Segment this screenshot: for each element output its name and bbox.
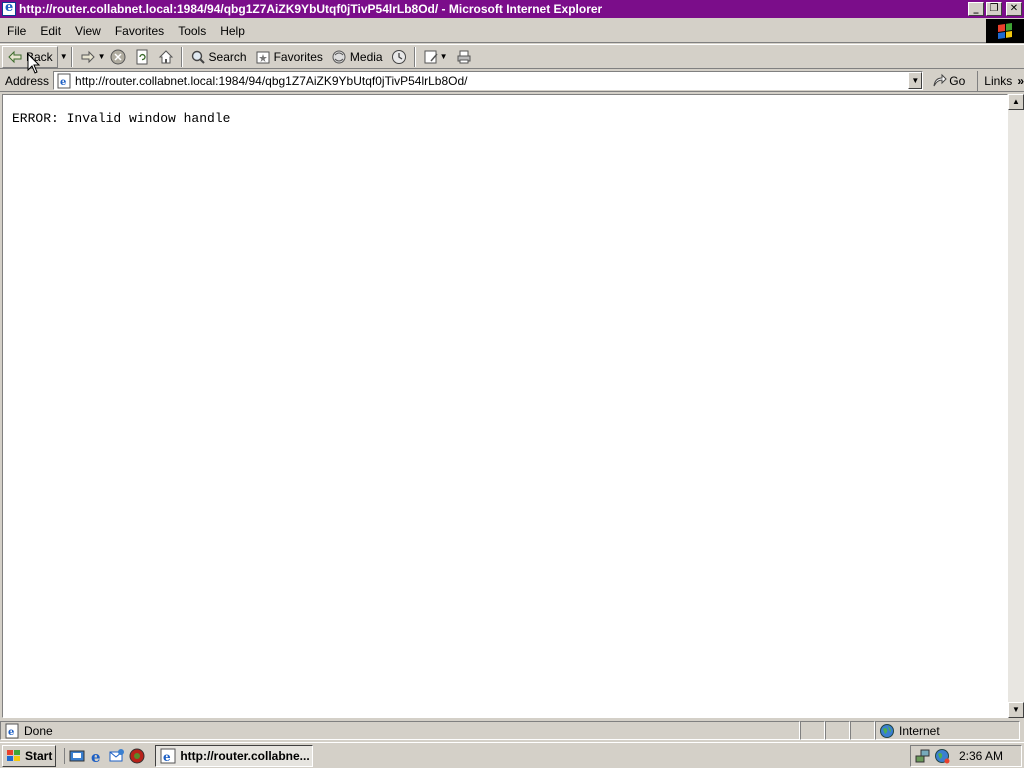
scroll-down-arrow-icon[interactable]: ▼ [1008, 702, 1024, 718]
history-icon [391, 49, 407, 65]
mail-button[interactable]: ▼ [419, 46, 452, 68]
refresh-icon [134, 49, 150, 65]
status-bar: e Done Internet [0, 720, 1024, 741]
maximize-button[interactable]: ❐ [986, 2, 1002, 16]
ie-icon[interactable] [2, 0, 16, 16]
favorites-icon [255, 49, 271, 65]
close-button[interactable]: ✕ [1006, 2, 1022, 16]
ie-icon: e [160, 748, 176, 764]
menu-bar: File Edit View Favorites Tools Help [0, 18, 1024, 43]
toolbar-separator [70, 46, 73, 67]
title-bar[interactable]: http://router.collabnet.local:1984/94/qb… [0, 0, 1024, 18]
zone-panel: Internet [875, 721, 1020, 740]
history-button[interactable] [387, 46, 411, 68]
search-label: Search [208, 49, 247, 64]
windows-flag-icon [998, 22, 1012, 39]
window-controls: _ ❐ ✕ [968, 2, 1022, 16]
windows-logo-icon [6, 748, 22, 764]
stop-icon [110, 49, 126, 65]
quick-launch: e [64, 747, 145, 764]
address-label: Address [5, 73, 50, 88]
menu-edit[interactable]: Edit [33, 24, 68, 38]
links-label: Links [984, 73, 1013, 88]
media-icon [331, 49, 347, 65]
menu-favorites[interactable]: Favorites [108, 24, 171, 38]
toolbar-separator [180, 46, 183, 67]
svg-text:e: e [60, 77, 66, 88]
refresh-button[interactable] [130, 46, 154, 68]
go-label: Go [949, 73, 966, 88]
search-button[interactable]: Search [186, 46, 251, 68]
links-chevron-icon[interactable]: » [1017, 74, 1024, 88]
mouse-cursor-icon [27, 53, 41, 74]
forward-arrow-icon [80, 49, 96, 65]
zone-text: Internet [899, 723, 940, 738]
media-button[interactable]: Media [327, 46, 387, 68]
stop-button[interactable] [106, 46, 130, 68]
error-message: ERROR: Invalid window handle [12, 111, 231, 126]
search-icon [190, 49, 206, 65]
links-toolbar[interactable]: Links » [977, 70, 1024, 91]
address-box[interactable]: e ▼ [53, 71, 924, 90]
home-icon [158, 49, 174, 65]
svg-text:e: e [8, 727, 14, 738]
forward-button[interactable] [76, 46, 100, 68]
address-dropdown-button[interactable]: ▼ [908, 72, 923, 89]
media-player-icon[interactable] [129, 748, 145, 764]
start-button[interactable]: Start [2, 744, 57, 767]
status-panel [800, 721, 825, 740]
network-icon[interactable] [915, 748, 931, 764]
toolbar-separator [413, 46, 416, 67]
back-dropdown-icon[interactable]: ▼ [60, 52, 68, 61]
mail-icon [423, 49, 439, 65]
favorites-button[interactable]: Favorites [251, 46, 327, 68]
media-label: Media [349, 49, 383, 64]
go-button[interactable]: Go [931, 73, 965, 89]
status-text-panel: e Done [0, 721, 800, 740]
home-button[interactable] [154, 46, 178, 68]
globe-icon [879, 723, 895, 739]
print-button[interactable] [452, 46, 476, 68]
taskbar-ie-window[interactable]: e http://router.collabne... [155, 744, 314, 767]
forward-dropdown-icon[interactable]: ▼ [98, 52, 106, 61]
status-panel [825, 721, 850, 740]
menu-help[interactable]: Help [213, 24, 252, 38]
vertical-scrollbar[interactable]: ▲ ▼ [1008, 94, 1024, 718]
status-panel [850, 721, 875, 740]
page-content: ERROR: Invalid window handle [2, 94, 1008, 718]
status-text: Done [24, 723, 53, 738]
taskbar: Start e e http://router.collabne... 2:36… [0, 742, 1024, 768]
internet-explorer-icon[interactable]: e [89, 748, 105, 764]
menu-view[interactable]: View [68, 24, 108, 38]
ie-page-icon: e [56, 73, 72, 89]
menu-tools[interactable]: Tools [171, 24, 213, 38]
url-input[interactable] [75, 72, 909, 89]
mail-dropdown-icon: ▼ [439, 52, 448, 61]
ie-page-icon: e [4, 723, 20, 739]
scroll-up-arrow-icon[interactable]: ▲ [1008, 94, 1024, 110]
system-tray: 2:36 AM [910, 744, 1022, 767]
go-arrow-icon [931, 73, 947, 89]
taskbar-ie-label: http://router.collabne... [180, 748, 310, 763]
favorites-label: Favorites [273, 49, 323, 64]
minimize-button[interactable]: _ [968, 2, 984, 16]
print-icon [456, 49, 472, 65]
menu-file[interactable]: File [0, 24, 33, 38]
start-label: Start [25, 748, 53, 763]
windows-logo-throbber [986, 18, 1024, 43]
svg-text:e: e [91, 748, 101, 764]
window-title: http://router.collabnet.local:1984/94/qb… [19, 2, 603, 16]
clock[interactable]: 2:36 AM [959, 749, 1003, 763]
standard-toolbar: Back ▼ ▼ Search Favorites Media ▼ [0, 44, 1024, 69]
back-arrow-icon [7, 49, 23, 65]
address-bar: Address e ▼ Go Links » [0, 70, 1024, 92]
svg-text:e: e [163, 750, 171, 764]
tray-globe-icon[interactable] [934, 748, 950, 764]
outlook-express-icon[interactable] [109, 748, 125, 764]
show-desktop-icon[interactable] [69, 748, 85, 764]
